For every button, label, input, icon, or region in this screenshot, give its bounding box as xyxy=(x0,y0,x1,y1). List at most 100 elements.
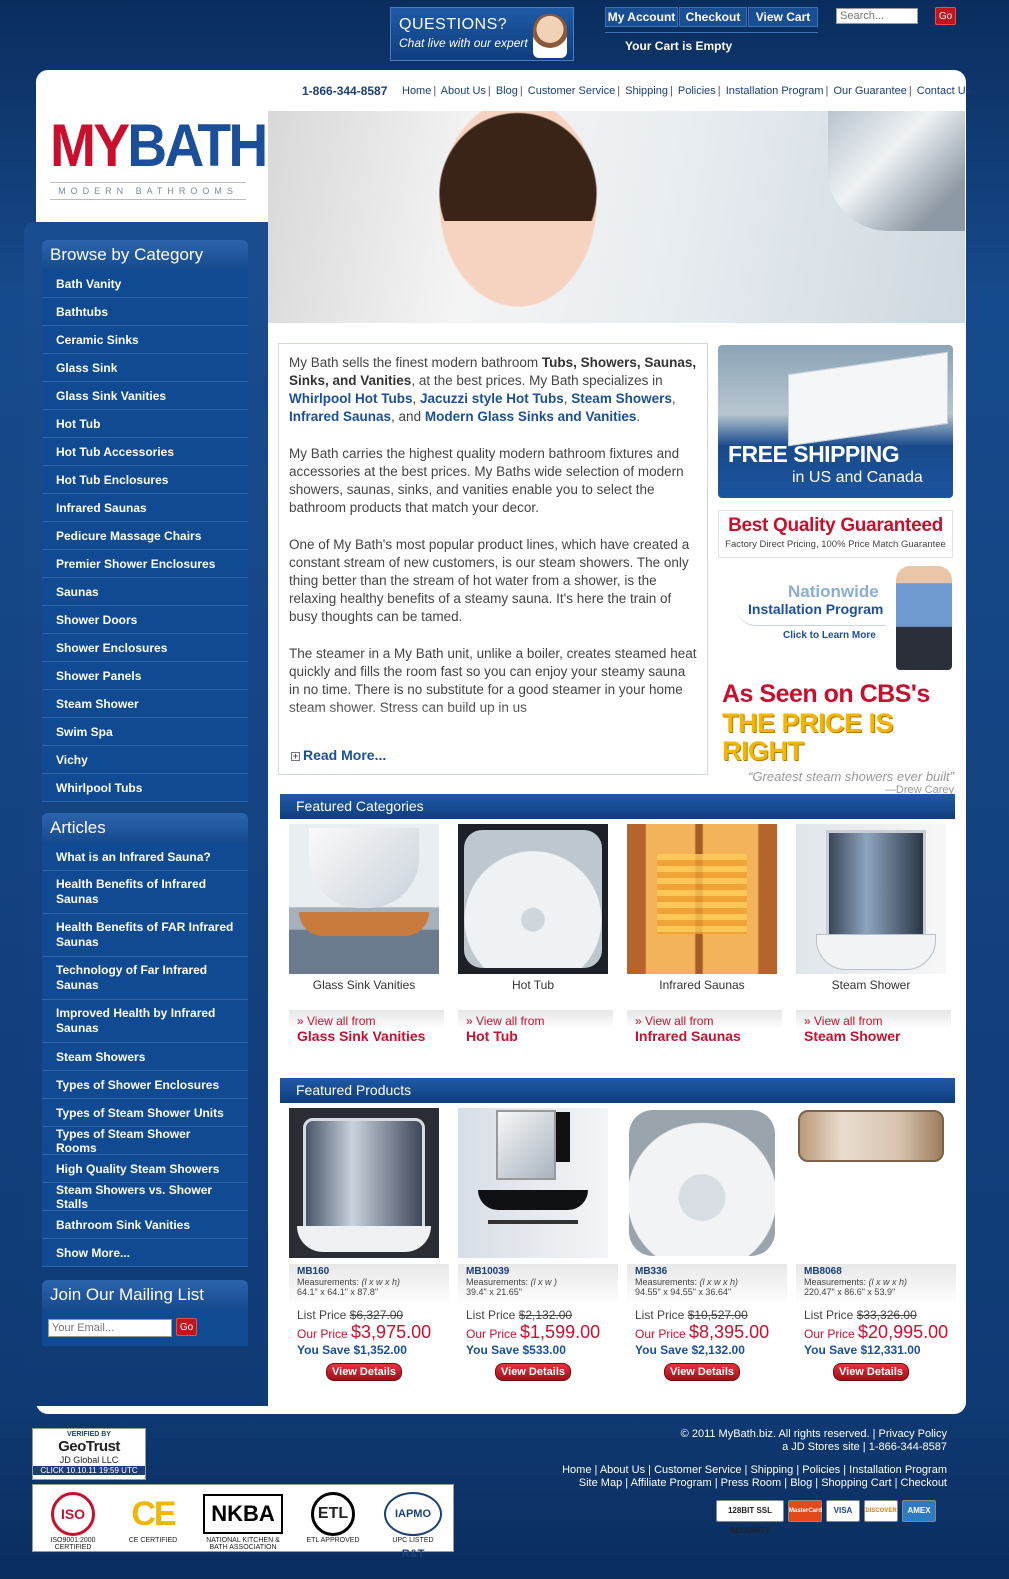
category-bathtubs[interactable]: Bathtubs xyxy=(42,298,248,326)
category-card[interactable]: Hot Tub » View all from Hot Tub xyxy=(458,824,613,1058)
product-sku[interactable]: MB10039 xyxy=(466,1266,610,1277)
free-shipping-banner[interactable]: FREE SHIPPING in US and Canada xyxy=(718,345,953,498)
top-bar: QUESTIONS? Chat live with our expert My … xyxy=(0,0,1009,66)
nav-our-guarantee[interactable]: Our Guarantee xyxy=(833,85,906,97)
install-learn-more[interactable]: Click to Learn More xyxy=(783,630,876,641)
category-shower-enclosures[interactable]: Shower Enclosures xyxy=(42,634,248,662)
view-all-link[interactable]: » View all from Steam Shower xyxy=(796,1010,951,1058)
live-chat-banner[interactable]: QUESTIONS? Chat live with our expert xyxy=(390,7,574,61)
view-details-button[interactable]: View Details xyxy=(495,1363,571,1381)
search-input[interactable] xyxy=(836,8,918,24)
article-link[interactable]: Steam Showers vs. Shower Stalls xyxy=(42,1183,248,1211)
logo[interactable]: MYBATH MODERN BATHROOMS xyxy=(50,112,268,212)
category-card[interactable]: Infrared Saunas » View all from Infrared… xyxy=(627,824,782,1058)
category-shower-panels[interactable]: Shower Panels xyxy=(42,662,248,690)
footer-customer-service[interactable]: Customer Service xyxy=(654,1464,741,1476)
product-image[interactable] xyxy=(796,1108,946,1258)
installation-program-banner[interactable]: Nationwide Installation Program Click to… xyxy=(736,566,954,670)
category-glass-sink-vanities[interactable]: Glass Sink Vanities xyxy=(42,382,248,410)
category-card[interactable]: Glass Sink Vanities » View all from Glas… xyxy=(289,824,444,1058)
article-link[interactable]: Bathroom Sink Vanities xyxy=(42,1211,248,1239)
category-hot-tub-accessories[interactable]: Hot Tub Accessories xyxy=(42,438,248,466)
article-link[interactable]: Types of Steam Shower Rooms xyxy=(42,1127,248,1155)
logo-subtitle: MODERN BATHROOMS xyxy=(50,182,246,200)
footer-home[interactable]: Home xyxy=(562,1464,591,1476)
footer-blog[interactable]: Blog xyxy=(790,1477,812,1489)
my-account-button[interactable]: My Account xyxy=(605,7,678,27)
view-all-link[interactable]: » View all from Infrared Saunas xyxy=(627,1010,782,1058)
link-glass-sinks-vanities[interactable]: Modern Glass Sinks and Vanities xyxy=(425,409,637,424)
category-premier-shower-enclosures[interactable]: Premier Shower Enclosures xyxy=(42,550,248,578)
footer-press-room[interactable]: Press Room xyxy=(721,1477,782,1489)
product-image[interactable] xyxy=(458,1108,608,1258)
footer-site-map[interactable]: Site Map xyxy=(579,1477,622,1489)
nav-contact-us[interactable]: Contact Us xyxy=(917,85,971,97)
link-steam-showers[interactable]: Steam Showers xyxy=(571,391,672,406)
nav-home[interactable]: Home xyxy=(402,85,431,97)
view-details-button[interactable]: View Details xyxy=(326,1363,402,1381)
category-bath-vanity[interactable]: Bath Vanity xyxy=(42,270,248,298)
mastercard-icon: MasterCard xyxy=(788,1500,822,1522)
view-cart-button[interactable]: View Cart xyxy=(748,7,818,27)
link-jacuzzi-hot-tubs[interactable]: Jacuzzi style Hot Tubs xyxy=(420,391,564,406)
category-vichy[interactable]: Vichy xyxy=(42,746,248,774)
article-link[interactable]: Health Benefits of Infrared Saunas xyxy=(42,871,248,914)
footer-policies[interactable]: Policies xyxy=(802,1464,840,1476)
category-shower-doors[interactable]: Shower Doors xyxy=(42,606,248,634)
article-link[interactable]: What is an Infrared Sauna? xyxy=(42,843,248,871)
nav-policies[interactable]: Policies xyxy=(678,85,716,97)
geotrust-badge[interactable]: VERIFIED BY GeoTrust JD Global LLC CLICK… xyxy=(32,1428,146,1480)
nav-customer-service[interactable]: Customer Service xyxy=(528,85,615,97)
mailing-go-button[interactable]: Go xyxy=(176,1318,197,1336)
show-more-articles[interactable]: Show More... xyxy=(42,1239,248,1267)
product-sku[interactable]: MB336 xyxy=(635,1266,779,1277)
search-go-button[interactable]: Go xyxy=(935,7,956,25)
product-image[interactable] xyxy=(289,1108,439,1258)
product-image[interactable] xyxy=(627,1108,777,1258)
article-link[interactable]: Health Benefits of FAR Infrared Saunas xyxy=(42,914,248,957)
article-link[interactable]: High Quality Steam Showers xyxy=(42,1155,248,1183)
checkout-button[interactable]: Checkout xyxy=(679,7,747,27)
article-link[interactable]: Types of Steam Shower Units xyxy=(42,1099,248,1127)
category-steam-shower[interactable]: Steam Shower xyxy=(42,690,248,718)
discover-icon: DISCOVER xyxy=(864,1500,898,1522)
footer-shipping[interactable]: Shipping xyxy=(750,1464,793,1476)
article-link[interactable]: Steam Showers xyxy=(42,1043,248,1071)
link-infrared-saunas[interactable]: Infrared Saunas xyxy=(289,409,391,424)
category-swim-spa[interactable]: Swim Spa xyxy=(42,718,248,746)
nav-blog[interactable]: Blog xyxy=(496,85,518,97)
email-field[interactable] xyxy=(48,1319,172,1337)
category-card[interactable]: Steam Shower » View all from Steam Showe… xyxy=(796,824,951,1058)
privacy-policy-link[interactable]: Privacy Policy xyxy=(879,1428,947,1440)
view-details-button[interactable]: View Details xyxy=(833,1363,909,1381)
article-link[interactable]: Technology of Far Infrared Saunas xyxy=(42,957,248,1000)
nav-about-us[interactable]: About Us xyxy=(441,85,486,97)
category-infrared-saunas[interactable]: Infrared Saunas xyxy=(42,494,248,522)
cbs-banner[interactable]: As Seen on CBS's THE PRICE IS RIGHT “Gre… xyxy=(722,680,954,796)
nav-shipping[interactable]: Shipping xyxy=(625,85,668,97)
category-hot-tub-enclosures[interactable]: Hot Tub Enclosures xyxy=(42,466,248,494)
footer-affiliate-program[interactable]: Affiliate Program xyxy=(631,1477,712,1489)
article-link[interactable]: Improved Health by Infrared Saunas xyxy=(42,1000,248,1043)
nav-installation-program[interactable]: Installation Program xyxy=(726,85,824,97)
read-more-link[interactable]: + Read More... xyxy=(291,747,386,763)
category-saunas[interactable]: Saunas xyxy=(42,578,248,606)
category-hot-tub[interactable]: Hot Tub xyxy=(42,410,248,438)
category-pedicure-massage-chairs[interactable]: Pedicure Massage Chairs xyxy=(42,522,248,550)
iso-cert: ISO ISO9001:2000 CERTIFIED xyxy=(38,1491,108,1551)
footer-about-us[interactable]: About Us xyxy=(600,1464,645,1476)
footer-checkout[interactable]: Checkout xyxy=(901,1477,947,1489)
category-whirlpool-tubs[interactable]: Whirlpool Tubs xyxy=(42,774,248,802)
link-whirlpool-hot-tubs[interactable]: Whirlpool Hot Tubs xyxy=(289,391,412,406)
quality-guarantee-banner[interactable]: Best Quality Guaranteed Factory Direct P… xyxy=(718,510,953,558)
category-ceramic-sinks[interactable]: Ceramic Sinks xyxy=(42,326,248,354)
product-sku[interactable]: MB8068 xyxy=(804,1266,948,1277)
article-link[interactable]: Types of Shower Enclosures xyxy=(42,1071,248,1099)
footer-shopping-cart[interactable]: Shopping Cart xyxy=(821,1477,891,1489)
category-glass-sink[interactable]: Glass Sink xyxy=(42,354,248,382)
view-details-button[interactable]: View Details xyxy=(664,1363,740,1381)
view-all-link[interactable]: » View all from Hot Tub xyxy=(458,1010,613,1058)
footer-installation-program[interactable]: Installation Program xyxy=(849,1464,947,1476)
view-all-link[interactable]: » View all from Glass Sink Vanities xyxy=(289,1010,444,1058)
product-sku[interactable]: MB160 xyxy=(297,1266,441,1277)
